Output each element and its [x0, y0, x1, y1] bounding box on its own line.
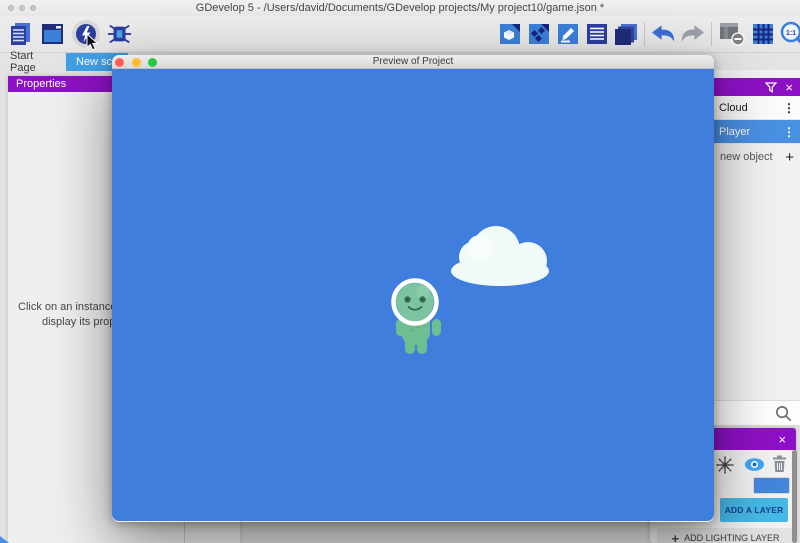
- preview-icon[interactable]: [72, 20, 100, 48]
- close-layers-panel-icon[interactable]: ×: [778, 433, 786, 446]
- close-objects-panel-icon[interactable]: ×: [785, 81, 793, 94]
- mask-icon[interactable]: [718, 20, 746, 48]
- plus-icon: +: [672, 531, 680, 543]
- properties-panel-title: Properties: [16, 78, 66, 90]
- object-menu-icon[interactable]: ⋮: [783, 125, 795, 139]
- add-layer-button[interactable]: ADD A LAYER: [720, 498, 788, 522]
- player-sprite: [394, 281, 442, 355]
- toolbar-separator: [711, 22, 712, 46]
- gdevelop-app-window: GDevelop 5 - /Users/david/Documents/GDev…: [0, 0, 800, 543]
- mouse-cursor-icon: [86, 33, 99, 51]
- object-row-player[interactable]: Player ⋮: [714, 120, 800, 144]
- debugger-icon[interactable]: [107, 20, 132, 48]
- redo-icon[interactable]: [680, 20, 705, 48]
- zoom-icon[interactable]: 1:1: [779, 20, 800, 48]
- object-label: Cloud: [719, 102, 748, 114]
- add-lighting-layer-button[interactable]: + ADD LIGHTING LAYER: [657, 528, 794, 543]
- project-manager-icon[interactable]: [8, 20, 33, 48]
- preview-window-title: Preview of Project: [112, 55, 714, 69]
- lighting-icon[interactable]: [716, 456, 734, 474]
- toolbar-right-group: 1:1: [497, 19, 800, 49]
- object-row-cloud[interactable]: Cloud ⋮: [714, 96, 800, 120]
- visibility-eye-icon[interactable]: [744, 457, 765, 472]
- panel-divider: [184, 522, 185, 543]
- add-object-label: new object: [720, 151, 773, 163]
- layers-icon[interactable]: [613, 20, 638, 48]
- undo-icon[interactable]: [651, 20, 676, 48]
- preview-window-titlebar[interactable]: Preview of Project: [112, 55, 714, 69]
- window-icon[interactable]: [40, 20, 65, 48]
- search-icon: [775, 405, 792, 422]
- scene-properties-icon[interactable]: [497, 20, 522, 48]
- vertical-scrollbar[interactable]: [792, 450, 797, 543]
- filter-icon[interactable]: [765, 82, 777, 93]
- cloud-sprite: [451, 226, 549, 286]
- toolbar-separator: [644, 22, 645, 46]
- toolbar-left-group: [8, 19, 132, 49]
- window-titlebar: GDevelop 5 - /Users/david/Documents/GDev…: [0, 0, 800, 16]
- window-title: GDevelop 5 - /Users/david/Documents/GDev…: [0, 2, 800, 14]
- instances-icon[interactable]: [526, 20, 551, 48]
- delete-trash-icon[interactable]: [772, 455, 787, 473]
- edit-scene-icon[interactable]: [555, 20, 580, 48]
- preview-game-canvas[interactable]: [112, 69, 714, 521]
- object-search-bar[interactable]: [714, 400, 800, 426]
- add-object-row[interactable]: new object +: [714, 146, 800, 168]
- background-selection-wedge: [0, 536, 9, 543]
- objects-panel: × Cloud ⋮ Player ⋮ new object +: [714, 70, 800, 426]
- zoom-level-label: 1:1: [785, 30, 795, 37]
- layer-color-swatch[interactable]: [753, 477, 790, 494]
- tab-start-page[interactable]: Start Page: [0, 53, 62, 71]
- grid-icon[interactable]: [750, 20, 775, 48]
- object-label: Player: [719, 126, 750, 138]
- objects-panel-header: ×: [714, 78, 800, 96]
- object-menu-icon[interactable]: ⋮: [783, 101, 795, 115]
- instances-list-icon[interactable]: [584, 20, 609, 48]
- add-object-icon[interactable]: +: [785, 149, 794, 166]
- main-toolbar: 1:1: [0, 16, 800, 52]
- preview-window: Preview of Project: [112, 55, 714, 522]
